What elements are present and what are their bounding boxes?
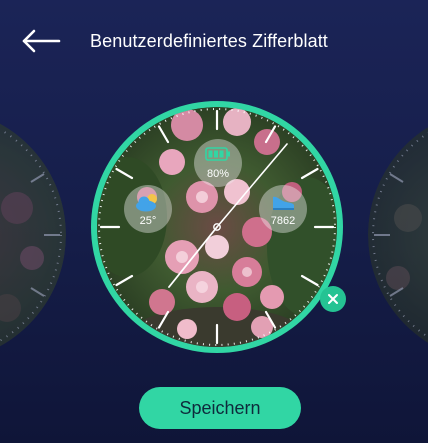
save-button[interactable]: Speichern (139, 387, 301, 429)
top-bar: Benutzerdefiniertes Zifferblatt (0, 0, 428, 84)
steps-value: 7862 (270, 215, 296, 227)
page-title: Benutzerdefiniertes Zifferblatt (90, 31, 328, 51)
battery-icon (205, 147, 230, 161)
watch-face-preview-left[interactable] (0, 108, 66, 362)
shoe-steps-icon (273, 196, 294, 210)
arrow-left-icon (22, 29, 61, 53)
weather-complication[interactable]: 25° (124, 185, 172, 233)
weather-cloudy-sun-icon (136, 194, 157, 212)
back-button[interactable] (18, 24, 64, 58)
close-icon (328, 294, 338, 304)
remove-background-button[interactable] (320, 286, 346, 312)
watch-face-artwork (91, 101, 343, 353)
battery-complication[interactable]: 80% (194, 139, 242, 187)
battery-value: 80% (206, 168, 230, 180)
steps-complication[interactable]: 7862 (259, 185, 307, 233)
watch-face-preview-right[interactable] (368, 108, 428, 362)
weather-value: 25° (139, 215, 157, 227)
custom-watch-face-screen: Benutzerdefiniertes Zifferblatt 80% 25° … (0, 0, 428, 443)
watch-face-main[interactable]: 80% 25° 7862 (87, 97, 347, 357)
